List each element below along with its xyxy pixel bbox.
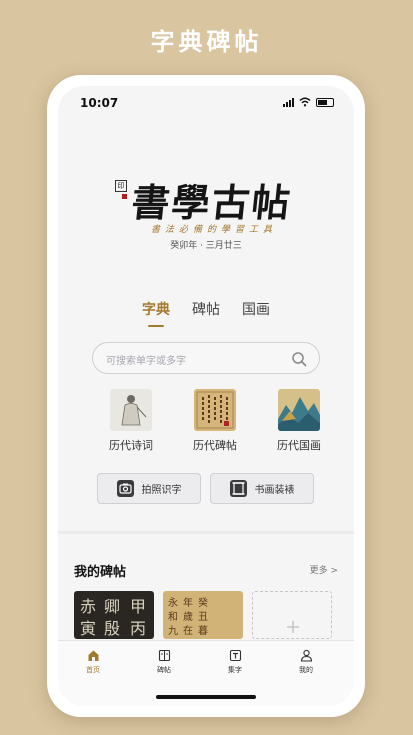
book-icon — [158, 649, 170, 662]
promo-title: 字典碑帖 — [150, 28, 263, 56]
thumb-char: 永 — [168, 598, 178, 609]
stele-thumbnail[interactable]: 赤 卿 甲 寅 殷 丙 — [74, 591, 154, 639]
logo-calligraphy: 書學古帖 — [129, 180, 295, 225]
category-stele[interactable]: 历代碑帖 — [180, 389, 250, 453]
tabbar-collect-label: 集字 — [228, 666, 242, 674]
thumb-char: 赤 — [80, 597, 97, 616]
thumb-char: 年 — [183, 598, 193, 609]
tab-painting[interactable]: 国画 — [242, 299, 270, 327]
thumb-char: 殷 — [104, 619, 121, 638]
camera-icon — [116, 480, 134, 497]
app-screen: 10:07 印 書學古帖 書法必備的學習工具 癸卯年 · 三月廿三 字典 碑帖 … — [58, 86, 354, 706]
home-icon — [88, 650, 98, 661]
red-seal-icon — [122, 194, 127, 199]
tabbar-profile[interactable]: 我的 — [281, 649, 331, 675]
status-time: 10:07 — [80, 96, 119, 110]
mounting-button[interactable]: 书画装裱 — [210, 473, 314, 504]
thumb-char: 在 — [183, 626, 193, 637]
thumb-char: 卿 — [104, 597, 121, 616]
poetry-figure-icon — [110, 389, 152, 431]
search-input[interactable]: 可搜索单字或多字 — [92, 342, 320, 374]
status-bar: 10:07 — [58, 94, 354, 114]
tabbar-home-label: 首页 — [86, 666, 100, 674]
wifi-icon — [299, 97, 311, 107]
mounting-label: 书画装裱 — [254, 485, 295, 496]
thumb-char: 癸 — [198, 598, 208, 609]
tabbar-collect[interactable]: 集字 — [210, 649, 260, 675]
thumb-char: 暮 — [198, 626, 208, 637]
stele-thumbnail[interactable]: 永 和 九 年 歲 在 癸 丑 暮 — [163, 591, 243, 639]
tabbar-stele-label: 碑帖 — [157, 666, 171, 674]
search-placeholder: 可搜索单字或多字 — [106, 356, 186, 367]
lunar-date: 癸卯年 · 三月廿三 — [170, 241, 242, 251]
tab-dictionary[interactable]: 字典 — [142, 299, 170, 327]
search-icon[interactable] — [291, 351, 307, 367]
plus-icon — [287, 621, 299, 633]
category-painting[interactable]: 历代国画 — [264, 389, 334, 453]
category-grid: 历代诗词 历代碑帖 历代国画 — [58, 389, 354, 459]
frame-icon — [229, 480, 247, 497]
phone-frame: 10:07 印 書學古帖 書法必備的學習工具 癸卯年 · 三月廿三 字典 碑帖 … — [47, 75, 365, 717]
battery-icon — [316, 97, 334, 107]
slogan: 書法必備的學習工具 — [150, 225, 277, 235]
my-stele-list: 赤 卿 甲 寅 殷 丙 永 和 九 年 歲 在 癸 丑 暮 — [74, 591, 332, 639]
tabbar-profile-label: 我的 — [299, 666, 313, 674]
category-poetry[interactable]: 历代诗词 — [96, 389, 166, 453]
my-stele-title: 我的碑帖 — [74, 565, 127, 580]
text-icon — [229, 649, 241, 662]
home-indicator — [156, 695, 256, 699]
section-divider — [58, 531, 354, 534]
tab-stele[interactable]: 碑帖 — [192, 299, 220, 327]
thumb-char: 甲 — [130, 597, 147, 616]
more-link[interactable]: 更多 > — [310, 563, 338, 576]
tabbar-stele[interactable]: 碑帖 — [139, 649, 189, 675]
thumb-char: 和 — [168, 612, 178, 623]
landscape-painting-icon — [278, 389, 320, 431]
photo-recognize-label: 拍照识字 — [141, 485, 182, 496]
thumb-char: 九 — [168, 626, 178, 637]
seal-mark: 印 — [115, 180, 127, 192]
photo-recognize-button[interactable]: 拍照识字 — [97, 473, 201, 504]
main-tabs: 字典 碑帖 国画 — [58, 299, 354, 327]
thumb-char: 歲 — [183, 612, 193, 623]
action-buttons: 拍照识字 书画装裱 — [97, 473, 314, 504]
category-painting-label: 历代国画 — [277, 439, 321, 452]
category-stele-label: 历代碑帖 — [193, 439, 237, 452]
tabbar-home[interactable]: 首页 — [68, 649, 118, 675]
status-icons — [283, 97, 334, 107]
category-poetry-label: 历代诗词 — [109, 439, 153, 452]
add-stele-button[interactable] — [252, 591, 332, 639]
thumb-char: 丙 — [130, 619, 147, 638]
stele-calligraphy-icon — [194, 389, 236, 431]
signal-icon — [283, 97, 294, 107]
bottom-tabbar: 首页 碑帖 集字 我的 — [58, 640, 354, 706]
thumb-char: 丑 — [198, 612, 208, 623]
user-icon — [300, 649, 312, 662]
app-logo: 印 書學古帖 書法必備的學習工具 — [58, 164, 354, 235]
thumb-char: 寅 — [80, 619, 97, 638]
